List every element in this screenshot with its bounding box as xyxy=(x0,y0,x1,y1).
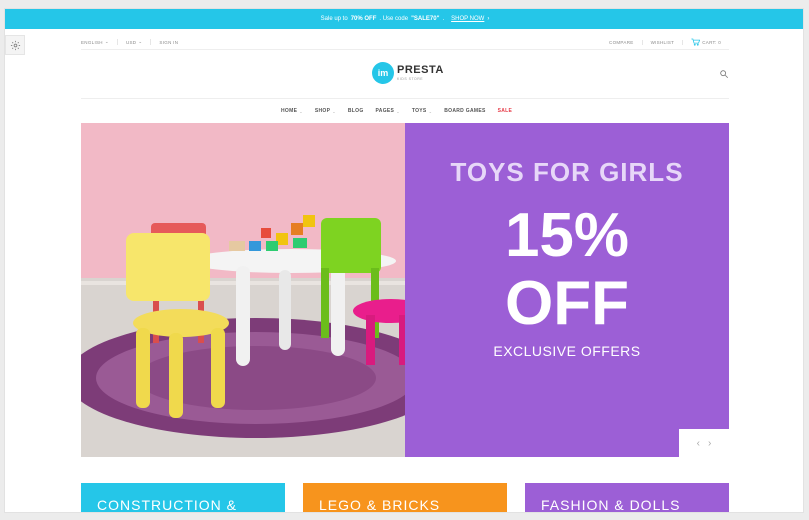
slider-controls: ‹ › xyxy=(679,429,729,457)
nav-item-sale[interactable]: SALE xyxy=(498,108,513,114)
nav-item-pages[interactable]: PAGES ⌄ xyxy=(376,108,400,114)
promo-code: "SALE70" xyxy=(411,16,440,22)
gear-icon xyxy=(10,40,20,50)
nav-label: SHOP xyxy=(314,108,331,114)
sign-in-link[interactable]: SIGN IN xyxy=(151,40,186,45)
logo-subtitle: KIDS STORE xyxy=(397,76,424,81)
wishlist-link[interactable]: WISHLIST xyxy=(643,39,684,45)
chevron-down-icon: ⌄ xyxy=(138,39,143,44)
nav-label: SALE xyxy=(497,108,513,114)
promo-percent: 70% OFF xyxy=(350,16,377,22)
nav-label: BLOG xyxy=(347,108,364,114)
search-icon[interactable] xyxy=(719,69,729,79)
hero-image-kids-table xyxy=(81,123,405,457)
sign-in-label: SIGN IN xyxy=(159,39,179,45)
divider xyxy=(81,98,729,99)
nav-item-shop[interactable]: SHOP ⌄ xyxy=(315,108,336,114)
chevron-down-icon: ⌄ xyxy=(428,108,433,114)
top-utility-bar: ENGLISH ⌄ USD ⌄ SIGN IN COMPARE WISHLIST xyxy=(81,36,729,48)
category-cards: CONSTRUCTION & LEGO & BRICKS FASHION & D… xyxy=(81,483,729,513)
slider-prev-button[interactable]: ‹ xyxy=(697,438,700,449)
nav-label: TOYS xyxy=(411,108,427,114)
compare-label: COMPARE xyxy=(609,39,634,45)
category-card-fashion[interactable]: FASHION & DOLLS xyxy=(525,483,729,513)
nav-item-blog[interactable]: BLOG xyxy=(348,108,364,114)
nav-item-board-games[interactable]: BOARD GAMES xyxy=(444,108,485,114)
cart-link[interactable]: CART: 0 xyxy=(683,38,729,46)
cart-label: CART: 0 xyxy=(702,39,721,45)
currency-selector[interactable]: USD ⌄ xyxy=(118,39,152,45)
chevron-down-icon: ⌄ xyxy=(332,108,336,114)
promo-text-a: Sale up to xyxy=(320,16,348,22)
promo-bar: Sale up to 70% OFF . Use code "SALE70" .… xyxy=(5,9,803,29)
language-label: ENGLISH xyxy=(81,39,103,45)
shop-now-link[interactable]: SHOP NOW xyxy=(451,16,484,22)
nav-label: HOME xyxy=(281,108,298,114)
language-selector[interactable]: ENGLISH ⌄ xyxy=(81,39,118,45)
hero-subtitle: EXCLUSIVE OFFERS xyxy=(493,343,641,359)
nav-label: PAGES xyxy=(375,108,395,114)
hero-promo-panel: TOYS FOR GIRLS 15% OFF EXCLUSIVE OFFERS xyxy=(405,123,729,457)
wishlist-label: WISHLIST xyxy=(650,39,675,45)
hero-slider[interactable]: TOYS FOR GIRLS 15% OFF EXCLUSIVE OFFERS … xyxy=(81,123,729,457)
hero-title: TOYS FOR GIRLS xyxy=(450,157,684,187)
hero-off: OFF xyxy=(505,269,629,338)
hero-percent: 15% xyxy=(504,201,630,270)
store-logo[interactable]: im PRESTA KIDS STORE xyxy=(372,62,444,84)
nav-item-home[interactable]: HOME ⌄ xyxy=(281,108,303,114)
chevron-right-icon: › xyxy=(487,16,490,22)
chevron-down-icon: ⌄ xyxy=(396,108,400,114)
category-label: FASHION & DOLLS xyxy=(541,497,681,513)
nav-label: BOARD GAMES xyxy=(444,108,486,114)
cart-icon xyxy=(691,38,701,46)
chevron-down-icon: ⌄ xyxy=(299,108,303,114)
main-navigation: HOME ⌄ SHOP ⌄ BLOG PAGES ⌄ TOYS ⌄ BOARD … xyxy=(281,106,512,116)
currency-label: USD xyxy=(125,39,137,45)
category-label: CONSTRUCTION & xyxy=(97,497,237,513)
logo-name: PRESTA xyxy=(397,63,444,76)
nav-item-toys[interactable]: TOYS ⌄ xyxy=(412,108,432,114)
slider-next-button[interactable]: › xyxy=(708,438,711,449)
promo-text-c: . xyxy=(442,16,445,22)
divider xyxy=(81,49,729,50)
category-card-lego[interactable]: LEGO & BRICKS xyxy=(303,483,507,513)
logo-badge: im xyxy=(372,62,394,84)
category-card-construction[interactable]: CONSTRUCTION & xyxy=(81,483,285,513)
theme-settings-button[interactable] xyxy=(5,35,25,55)
compare-link[interactable]: COMPARE xyxy=(601,39,643,45)
promo-text-b: . Use code xyxy=(379,16,409,22)
page-frame: Sale up to 70% OFF . Use code "SALE70" .… xyxy=(4,8,804,513)
chevron-down-icon: ⌄ xyxy=(104,39,109,44)
category-label: LEGO & BRICKS xyxy=(319,497,441,513)
